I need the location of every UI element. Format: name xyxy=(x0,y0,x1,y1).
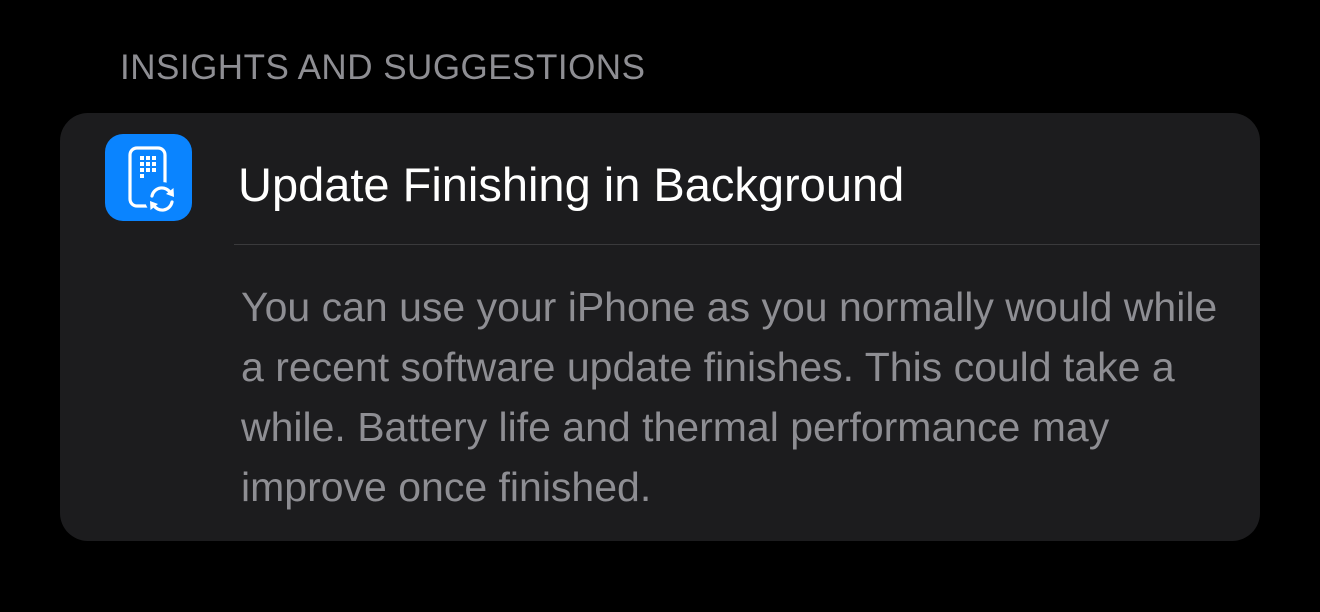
insight-description: You can use your iPhone as you normally … xyxy=(241,284,1218,510)
insight-title: Update Finishing in Background xyxy=(238,158,905,211)
divider xyxy=(234,244,1260,245)
section-header: INSIGHTS AND SUGGESTIONS xyxy=(120,48,646,87)
iphone-update-icon xyxy=(105,134,192,221)
settings-page: INSIGHTS AND SUGGESTIONS Update Finishin… xyxy=(0,0,1320,612)
insight-card[interactable]: Update Finishing in Background You can u… xyxy=(60,113,1260,541)
